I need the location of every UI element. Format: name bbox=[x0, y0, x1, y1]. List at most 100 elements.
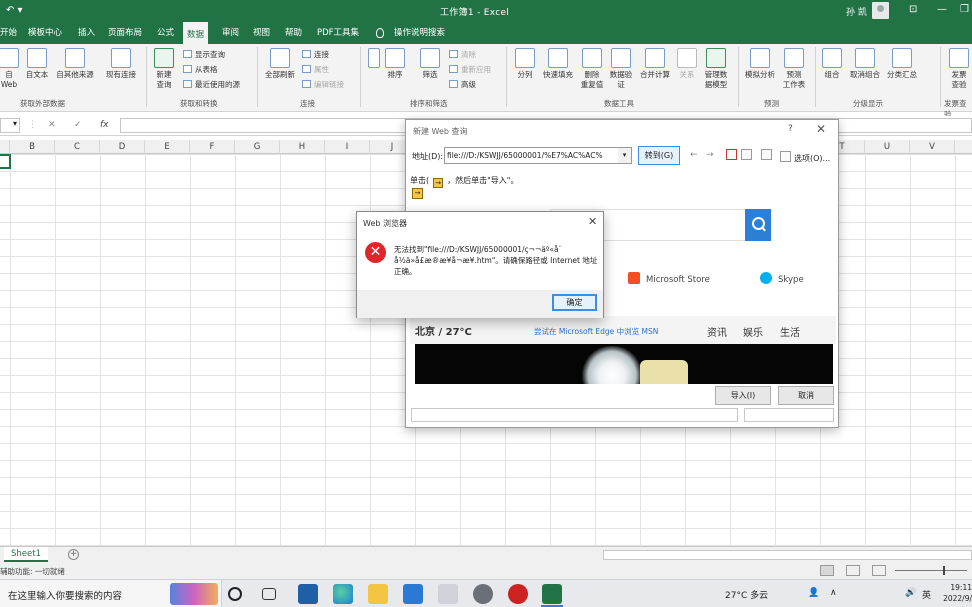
flash-fill-button[interactable]: 快速填充 bbox=[540, 48, 576, 80]
recent-sources-button[interactable]: 最近使用的源 bbox=[183, 79, 240, 90]
task-view-icon[interactable] bbox=[262, 588, 276, 600]
what-if-analysis-button[interactable]: 模拟分析 bbox=[741, 48, 779, 80]
help-icon[interactable]: ? bbox=[788, 124, 793, 134]
invoice-check-button[interactable]: 发票 查验 bbox=[944, 48, 972, 90]
close-icon[interactable]: ✕ bbox=[816, 122, 826, 136]
tab-formulas[interactable]: 公式 bbox=[153, 22, 178, 44]
tab-review[interactable]: 审阅 bbox=[218, 22, 243, 44]
formula-bar-resize[interactable]: ⋮ bbox=[28, 120, 37, 130]
name-box[interactable]: ▾ bbox=[0, 118, 20, 133]
forward-icon[interactable]: → bbox=[706, 150, 714, 160]
insert-function-icon[interactable]: fx bbox=[100, 120, 109, 130]
from-table-button[interactable]: 从表格 bbox=[183, 64, 218, 75]
chevron-down-icon[interactable]: ▾ bbox=[618, 148, 631, 163]
nav-life[interactable]: 生活 bbox=[780, 324, 800, 339]
tile-microsoft-store[interactable]: Microsoft Store bbox=[628, 272, 710, 285]
ungroup-button[interactable]: 取消组合 bbox=[846, 48, 884, 80]
search-icon[interactable] bbox=[745, 209, 771, 241]
tab-insert[interactable]: 插入 bbox=[74, 22, 99, 44]
column-header[interactable]: G bbox=[235, 140, 280, 154]
chevron-up-icon[interactable]: ∧ bbox=[830, 588, 837, 598]
column-header[interactable]: U bbox=[865, 140, 910, 154]
column-header[interactable]: V bbox=[910, 140, 955, 154]
system-clock[interactable]: 19:11 2022/9/ bbox=[939, 582, 972, 604]
user-icon[interactable] bbox=[872, 2, 889, 19]
existing-connections-button[interactable]: 现有连接 bbox=[100, 48, 142, 80]
normal-view-icon[interactable] bbox=[820, 565, 834, 576]
active-cell[interactable] bbox=[0, 154, 11, 169]
tab-data[interactable]: 数据 bbox=[183, 22, 209, 44]
tile-skype[interactable]: Skype bbox=[760, 272, 804, 285]
tab-home[interactable]: 开始 bbox=[0, 22, 21, 44]
edit-links-button[interactable]: 编辑链接 bbox=[302, 79, 344, 90]
nav-entertainment[interactable]: 娱乐 bbox=[743, 324, 763, 339]
page-layout-view-icon[interactable] bbox=[846, 565, 860, 576]
quick-access-toolbar[interactable]: ↶ ▾ bbox=[6, 5, 23, 16]
edge-link[interactable]: 尝试在 Microsoft Edge 中浏览 MSN bbox=[534, 326, 658, 337]
close-icon[interactable]: ✕ bbox=[588, 215, 597, 228]
user-tray-icon[interactable]: 👤 bbox=[808, 588, 819, 598]
sort-az-button[interactable] bbox=[364, 48, 384, 70]
weather-text[interactable]: 北京 / 27°C bbox=[415, 323, 472, 338]
show-queries-button[interactable]: 显示查询 bbox=[183, 49, 225, 60]
refresh-icon[interactable] bbox=[741, 149, 752, 160]
volume-icon[interactable]: 🔊 bbox=[905, 588, 916, 598]
sheet-tab[interactable]: Sheet1 bbox=[4, 547, 48, 562]
column-header[interactable]: D bbox=[100, 140, 145, 154]
group-button[interactable]: 组合 bbox=[819, 48, 845, 80]
ribbon-display-options-button[interactable]: ⊡ bbox=[909, 4, 917, 15]
confirm-edit-icon[interactable]: ✓ bbox=[74, 120, 82, 130]
tab-help[interactable]: 帮助 bbox=[281, 22, 306, 44]
from-other-sources-button[interactable]: 自其他来源 bbox=[52, 48, 98, 80]
refresh-all-button[interactable]: 全部刷新 bbox=[262, 48, 298, 80]
page-break-view-icon[interactable] bbox=[872, 565, 886, 576]
add-sheet-icon[interactable]: + bbox=[68, 549, 79, 560]
data-validation-button[interactable]: 数据验 证 bbox=[607, 48, 635, 90]
settings-icon[interactable] bbox=[473, 584, 493, 604]
msn-hero-image[interactable] bbox=[415, 344, 833, 384]
edge-icon[interactable] bbox=[333, 584, 353, 604]
horizontal-scrollbar[interactable] bbox=[603, 550, 972, 560]
connections-button[interactable]: 连接 bbox=[302, 49, 329, 60]
cancel-edit-icon[interactable]: ✕ bbox=[48, 120, 56, 130]
forecast-sheet-button[interactable]: 预测 工作表 bbox=[779, 48, 809, 90]
column-header[interactable]: C bbox=[55, 140, 100, 154]
go-button[interactable]: 转到(G) bbox=[638, 146, 680, 165]
user-name[interactable]: 孙 凯 bbox=[846, 5, 867, 18]
mail-icon[interactable] bbox=[403, 584, 423, 604]
tab-view[interactable]: 视图 bbox=[249, 22, 274, 44]
select-all-corner[interactable] bbox=[0, 140, 10, 154]
consolidate-button[interactable]: 合并计算 bbox=[636, 48, 674, 80]
column-header[interactable]: E bbox=[145, 140, 190, 154]
advanced-filter-button[interactable]: 高级 bbox=[449, 79, 476, 90]
tab-page-layout[interactable]: 页面布局 bbox=[104, 22, 146, 44]
nav-news[interactable]: 资讯 bbox=[707, 324, 727, 339]
zoom-slider[interactable] bbox=[895, 566, 967, 575]
remove-duplicates-button[interactable]: 删除 重复值 bbox=[577, 48, 607, 90]
cortana-icon[interactable] bbox=[228, 587, 242, 601]
reapply-button[interactable]: 重新应用 bbox=[449, 64, 491, 75]
tell-me-search[interactable]: 操作说明搜索 bbox=[390, 22, 449, 44]
file-explorer-icon[interactable] bbox=[368, 584, 388, 604]
tab-template-center[interactable]: 模板中心 bbox=[24, 22, 66, 44]
address-input[interactable]: file:///D:/KSWJJ/65000001/%E7%AC%AC% bbox=[444, 147, 632, 164]
column-header[interactable]: H bbox=[280, 140, 325, 154]
column-header[interactable]: B bbox=[10, 140, 55, 154]
excel-icon[interactable] bbox=[542, 584, 562, 604]
sort-button[interactable]: 排序 bbox=[384, 48, 406, 80]
filter-button[interactable]: 筛选 bbox=[418, 48, 442, 80]
restore-button[interactable]: ❐ bbox=[960, 4, 969, 15]
properties-button[interactable]: 属性 bbox=[302, 64, 329, 75]
cancel-button[interactable]: 取消 bbox=[778, 386, 834, 405]
manage-data-model-button[interactable]: 管理数 据模型 bbox=[700, 48, 732, 90]
stop-icon[interactable] bbox=[726, 149, 737, 160]
back-icon[interactable]: ← bbox=[690, 150, 698, 160]
new-query-button[interactable]: 新建 查询 bbox=[150, 48, 178, 90]
subtotal-button[interactable]: 分类汇总 bbox=[884, 48, 920, 80]
tab-pdf-tools[interactable]: PDF工具集 bbox=[313, 22, 363, 44]
options-button[interactable]: 选项(O)... bbox=[780, 150, 830, 164]
select-table-arrow-icon[interactable]: → bbox=[412, 188, 423, 199]
from-web-button[interactable]: 自 Web bbox=[0, 48, 20, 90]
weather-widget[interactable]: 27°C 多云 bbox=[725, 588, 768, 601]
app-icon[interactable] bbox=[298, 584, 318, 604]
